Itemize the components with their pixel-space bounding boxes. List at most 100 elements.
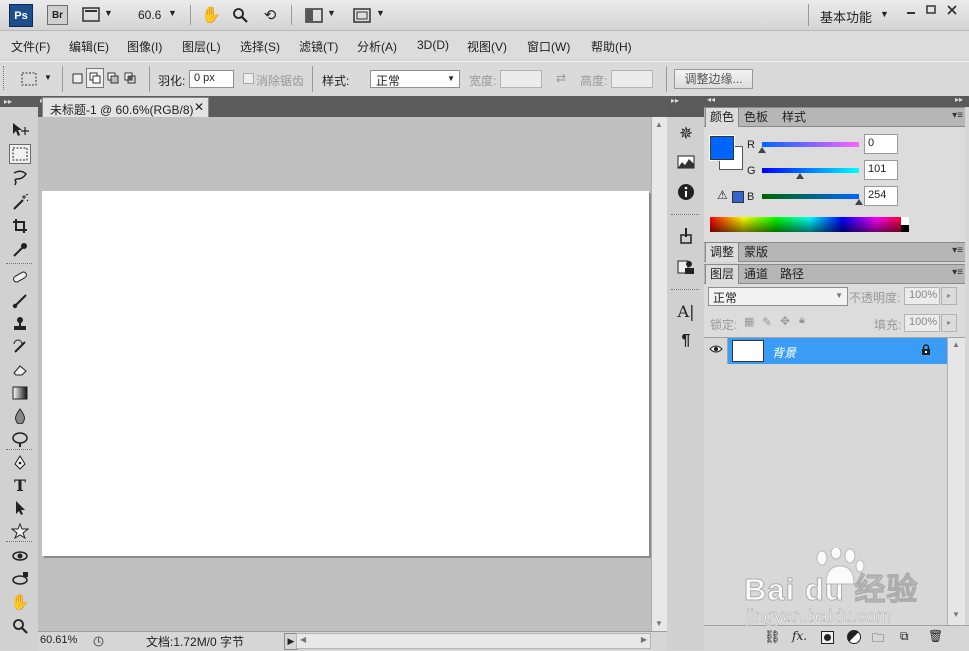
gradient-tool-icon[interactable] <box>9 383 31 403</box>
blur-tool-icon[interactable] <box>9 406 31 426</box>
style-select[interactable]: 正常 ▼ <box>370 70 460 88</box>
opacity-slider-button-icon[interactable]: ▸ <box>941 287 957 305</box>
green-slider-thumb[interactable] <box>796 173 805 179</box>
color-panel-menu-icon[interactable]: ▾≡ <box>952 110 963 121</box>
document-tab[interactable]: 未标题-1 @ 60.6%(RGB/8) ✕ <box>42 97 209 117</box>
red-slider-track[interactable] <box>762 142 859 147</box>
menu-help[interactable]: 帮助(H) <box>591 38 632 55</box>
add-to-selection-icon[interactable] <box>86 68 104 88</box>
pen-tool-icon[interactable] <box>9 453 31 473</box>
view-extras-dropdown-icon[interactable]: ▼ <box>104 8 113 18</box>
tab-masks[interactable]: 蒙版 <box>740 243 772 261</box>
workspace-switcher[interactable]: 基本功能 <box>820 7 872 26</box>
screen-mode-icon[interactable] <box>352 6 372 24</box>
brush-presets-panel-icon[interactable] <box>675 225 697 247</box>
crop-tool-icon[interactable] <box>9 216 31 236</box>
zoom-dropdown-icon[interactable]: ▼ <box>168 8 177 18</box>
web-safe-color-swatch[interactable] <box>732 191 744 203</box>
layer-row-background[interactable]: 背景 <box>728 338 947 364</box>
arrange-documents-icon[interactable] <box>304 6 324 24</box>
rotate-view-icon[interactable]: ⟲ <box>260 5 280 25</box>
color-spectrum-ramp[interactable] <box>710 217 909 232</box>
screen-mode-dropdown-icon[interactable]: ▼ <box>376 8 385 18</box>
type-tool-icon[interactable]: T <box>9 475 31 495</box>
healing-brush-tool-icon[interactable] <box>9 267 31 287</box>
lock-image-pixels-icon[interactable]: ✎ <box>762 315 772 329</box>
layer-visibility-toggle[interactable] <box>705 338 728 364</box>
menu-select[interactable]: 选择(S) <box>240 38 280 55</box>
menu-layer[interactable]: 图层(L) <box>182 38 221 55</box>
info-panel-icon[interactable] <box>675 181 697 203</box>
document-canvas[interactable] <box>42 191 649 556</box>
3d-orbit-tool-icon[interactable] <box>9 569 31 589</box>
move-tool-icon[interactable] <box>9 120 31 140</box>
subtract-from-selection-icon[interactable] <box>106 70 120 86</box>
right-panel-expand-icon[interactable]: ▸▸ <box>955 95 963 104</box>
navigator-panel-icon[interactable]: ✵ <box>675 123 697 145</box>
menu-edit[interactable]: 编辑(E) <box>69 38 109 55</box>
green-slider-track[interactable] <box>762 168 859 173</box>
dodge-tool-icon[interactable] <box>9 429 31 449</box>
lasso-tool-icon[interactable] <box>9 168 31 188</box>
tab-color[interactable]: 颜色 <box>705 108 740 127</box>
clone-source-panel-icon[interactable] <box>675 256 697 278</box>
tab-swatches[interactable]: 色板 <box>740 108 772 126</box>
link-layers-icon[interactable]: ⛓︎ <box>764 629 781 645</box>
height-input[interactable] <box>611 70 653 88</box>
scroll-up-icon[interactable]: ▲ <box>655 120 663 129</box>
clone-stamp-tool-icon[interactable] <box>9 314 31 334</box>
custom-shape-tool-icon[interactable] <box>9 521 31 541</box>
path-select-tool-icon[interactable] <box>9 498 31 518</box>
tab-layers[interactable]: 图层 <box>705 265 740 284</box>
menu-image[interactable]: 图像(I) <box>127 38 162 55</box>
histogram-panel-icon[interactable] <box>675 151 697 173</box>
hand-tool-icon[interactable]: ✋ <box>201 5 221 25</box>
view-extras-icon[interactable] <box>81 5 101 23</box>
width-input[interactable] <box>500 70 542 88</box>
menu-window[interactable]: 窗口(W) <box>527 38 570 55</box>
dock-collapse-grip[interactable]: ▸▸ <box>671 96 679 105</box>
lock-position-icon[interactable]: ✥ <box>780 314 790 328</box>
workspace-dropdown-icon[interactable]: ▼ <box>880 9 889 19</box>
right-panel-collapse-icon[interactable]: ◂◂ <box>707 95 715 104</box>
lock-transparent-pixels-icon[interactable]: ▦ <box>744 315 754 328</box>
blue-value-input[interactable]: 254 <box>864 186 898 206</box>
menu-analysis[interactable]: 分析(A) <box>357 38 397 55</box>
menu-filter[interactable]: 滤镜(T) <box>299 38 338 55</box>
blue-slider-thumb[interactable] <box>854 199 863 205</box>
red-slider-thumb[interactable] <box>758 147 766 153</box>
layer-style-icon[interactable]: fx. <box>792 629 807 643</box>
lock-all-icon[interactable]: 🔒︎ <box>799 314 805 327</box>
restore-icon[interactable] <box>924 3 938 17</box>
blue-slider-track[interactable] <box>762 194 859 199</box>
foreground-color-swatch[interactable] <box>710 136 734 160</box>
scroll-right-icon[interactable]: ▶ <box>641 635 647 644</box>
fill-slider-button-icon[interactable]: ▸ <box>941 314 957 332</box>
menu-3d[interactable]: 3D(D) <box>417 38 449 52</box>
zoom-level-display[interactable]: 60.6 <box>138 8 161 22</box>
document-tab-close-icon[interactable]: ✕ <box>194 100 204 114</box>
close-icon[interactable] <box>945 3 959 17</box>
new-adjustment-layer-icon[interactable] <box>847 630 861 644</box>
tool-preset-icon[interactable] <box>18 69 40 89</box>
new-group-icon[interactable]: 🗀︎ <box>872 629 884 650</box>
status-options-icon[interactable] <box>91 634 105 648</box>
feather-input[interactable]: 0 px <box>189 70 234 88</box>
swap-width-height-icon[interactable]: ⇄ <box>554 71 568 85</box>
tab-channels[interactable]: 通道 <box>740 265 772 283</box>
scroll-down-icon[interactable]: ▼ <box>655 619 663 628</box>
minimize-icon[interactable] <box>904 3 918 17</box>
green-value-input[interactable]: 101 <box>864 160 898 180</box>
horizontal-scrollbar[interactable]: ◀ ▶ <box>296 633 651 649</box>
menu-view[interactable]: 视图(V) <box>467 38 507 55</box>
layers-panel-menu-icon[interactable]: ▾≡ <box>952 267 963 278</box>
status-zoom-field[interactable]: 60.61% <box>40 634 88 649</box>
delete-layer-icon[interactable]: 🗑︎ <box>928 629 943 643</box>
tab-styles[interactable]: 样式 <box>778 108 810 126</box>
options-bar-grip[interactable] <box>3 66 7 90</box>
bridge-button[interactable]: Br <box>47 5 68 25</box>
eraser-tool-icon[interactable] <box>9 360 31 380</box>
blend-mode-select[interactable]: 正常 ▼ <box>708 287 848 306</box>
rect-marquee-tool-icon[interactable] <box>9 144 31 164</box>
zoom-tool-icon[interactable] <box>230 5 250 25</box>
